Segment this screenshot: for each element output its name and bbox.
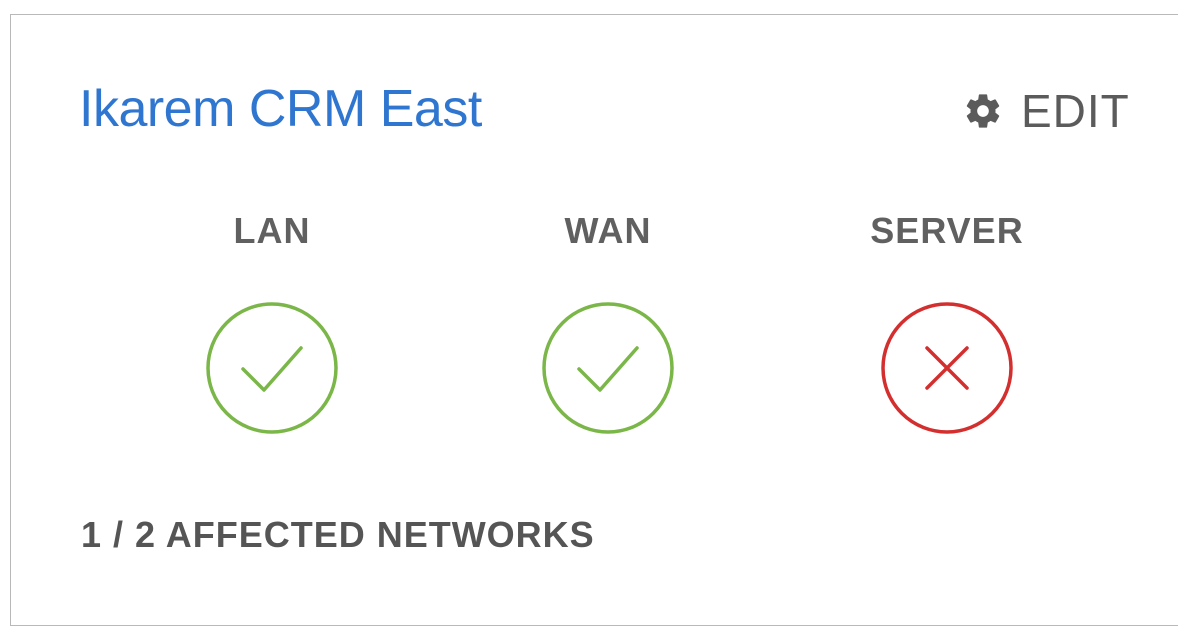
gear-icon (966, 94, 1000, 128)
status-lan: LAN (162, 211, 382, 435)
affected-networks-count: 1 / 2 AFFECTED NETWORKS (81, 514, 595, 555)
network-status-card: Ikarem CRM East EDIT LAN WAN SERVER 1 / … (10, 14, 1178, 626)
status-server: SERVER (837, 211, 1057, 435)
check-circle-icon (206, 302, 338, 434)
check-circle-icon (542, 302, 674, 434)
edit-label: EDIT (1021, 85, 1130, 137)
x-circle-icon (881, 302, 1013, 434)
status-label-server: SERVER (870, 210, 1024, 251)
card-title-link[interactable]: Ikarem CRM East (79, 79, 482, 139)
status-label-lan: LAN (233, 210, 311, 251)
status-wan: WAN (498, 211, 718, 435)
edit-button[interactable]: EDIT (963, 85, 1130, 137)
status-label-wan: WAN (564, 210, 652, 251)
